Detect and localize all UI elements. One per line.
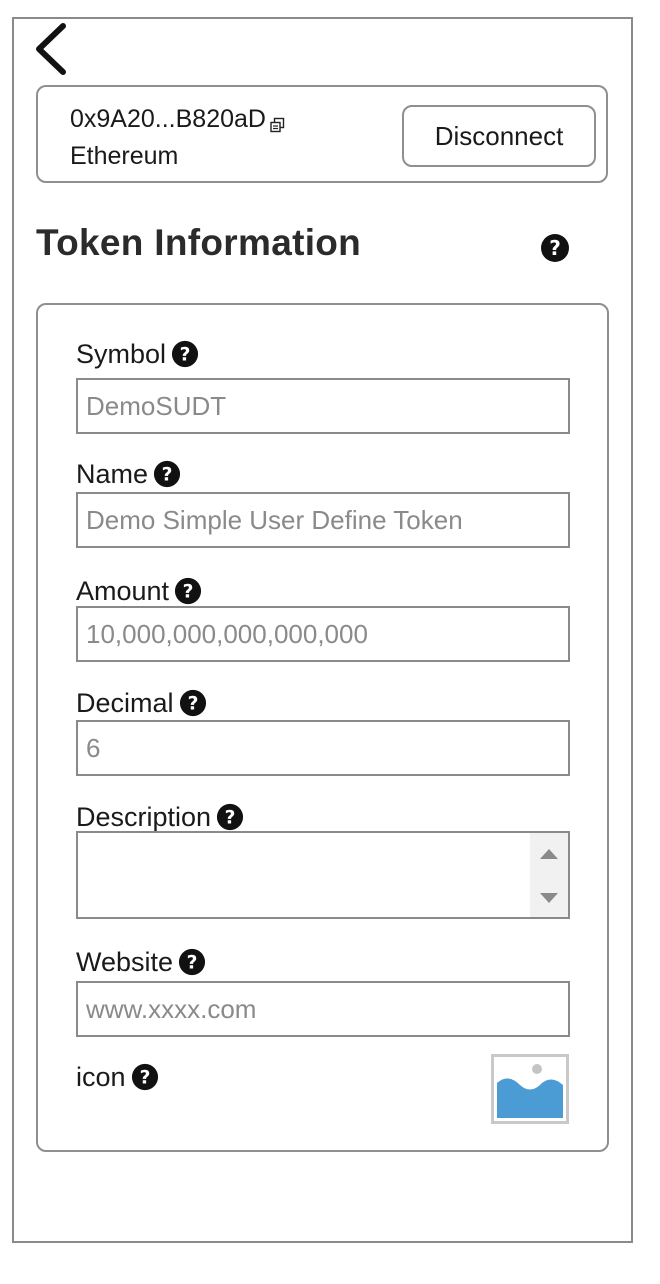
decimal-label: Decimal ? [76, 686, 207, 720]
question-circle-icon[interactable]: ? [179, 689, 207, 717]
question-circle-icon[interactable]: ? [178, 948, 206, 976]
question-circle-icon[interactable]: ? [174, 577, 202, 605]
image-placeholder-icon [494, 1057, 566, 1121]
symbol-label: Symbol ? [76, 337, 199, 371]
svg-text:?: ? [187, 953, 198, 974]
description-label: Description ? [76, 800, 244, 834]
scroll-up-arrow-icon[interactable] [539, 847, 559, 861]
question-circle-icon[interactable]: ? [216, 803, 244, 831]
amount-label-text: Amount [76, 575, 170, 606]
amount-input[interactable] [76, 606, 570, 662]
question-circle-icon[interactable]: ? [153, 460, 181, 488]
symbol-input[interactable] [76, 378, 570, 434]
svg-text:?: ? [180, 345, 191, 366]
description-scrollbar[interactable] [530, 833, 568, 917]
disconnect-button[interactable]: Disconnect [402, 105, 596, 167]
scroll-down-arrow-icon[interactable] [539, 891, 559, 905]
description-field [76, 831, 570, 919]
question-circle-icon[interactable]: ? [171, 340, 199, 368]
symbol-label-text: Symbol [76, 338, 167, 369]
name-label: Name ? [76, 457, 181, 491]
website-label-text: Website [76, 946, 174, 977]
question-circle-icon[interactable]: ? [540, 233, 570, 263]
icon-upload-button[interactable] [491, 1054, 569, 1124]
svg-text:?: ? [549, 236, 561, 260]
svg-text:?: ? [162, 465, 173, 486]
question-circle-icon[interactable]: ? [131, 1063, 159, 1091]
name-input[interactable] [76, 492, 570, 548]
wallet-address: 0x9A20...B820aD [70, 104, 266, 133]
svg-text:?: ? [187, 694, 198, 715]
svg-text:?: ? [183, 582, 194, 603]
chevron-left-icon [36, 23, 66, 75]
icon-label-text: icon [76, 1061, 126, 1092]
wallet-address-row: 0x9A20...B820aD [70, 102, 286, 136]
page-title: Token Information [36, 222, 362, 263]
decimal-input[interactable] [76, 720, 570, 776]
description-label-text: Description [76, 801, 212, 832]
token-form: Symbol ? Name ? Amount ? Decimal ? Descr… [36, 303, 609, 1152]
description-textarea[interactable] [78, 833, 530, 917]
wallet-panel: 0x9A20...B820aD Ethereum Disconnect [36, 85, 608, 183]
amount-label: Amount ? [76, 574, 202, 608]
back-button[interactable] [30, 20, 74, 78]
icon-label: icon ? [76, 1060, 159, 1094]
website-label: Website ? [76, 945, 206, 979]
network-name: Ethereum [70, 142, 179, 170]
name-label-text: Name [76, 458, 149, 489]
svg-text:?: ? [139, 1068, 150, 1089]
copy-icon[interactable] [269, 112, 286, 133]
website-input[interactable] [76, 981, 570, 1037]
decimal-label-text: Decimal [76, 687, 174, 718]
svg-text:?: ? [225, 808, 236, 829]
